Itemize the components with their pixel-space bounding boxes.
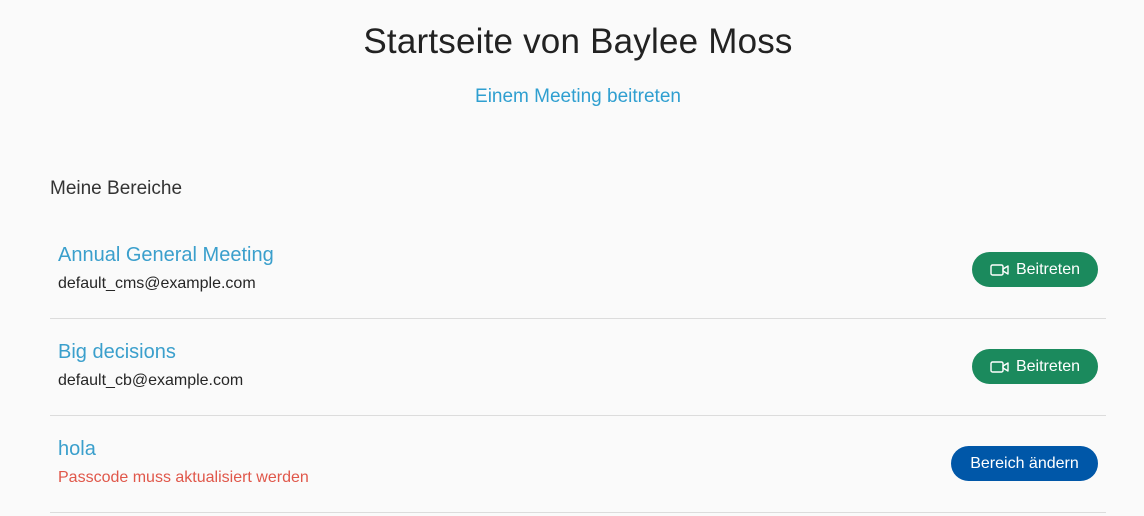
spaces-list: Annual General Meeting default_cms@examp…: [50, 222, 1106, 513]
video-camera-icon: [990, 263, 1009, 276]
space-uri: default_cms@example.com: [58, 275, 256, 292]
change-space-button[interactable]: Bereich ändern: [951, 446, 1098, 481]
space-uri: default_cb@example.com: [58, 372, 244, 389]
home-page: Startseite von Baylee Moss Einem Meeting…: [0, 0, 1144, 516]
join-button-label: Beitreten: [1015, 357, 1081, 375]
join-button-label: Beitreten: [1015, 260, 1081, 278]
space-name[interactable]: hola: [58, 438, 96, 461]
space-name[interactable]: Annual General Meeting: [58, 244, 274, 267]
space-row-annual-general-meeting: Annual General Meeting default_cms@examp…: [50, 222, 1106, 319]
passcode-warning: Passcode muss aktualisiert werden: [58, 469, 309, 486]
space-name[interactable]: Big decisions: [58, 341, 176, 364]
join-button[interactable]: Beitreten: [972, 252, 1098, 287]
space-row-hola: hola Passcode muss aktualisiert werden B…: [50, 416, 1106, 513]
video-camera-icon: [990, 360, 1009, 373]
space-row-big-decisions: Big decisions default_cb@example.com Bei…: [50, 319, 1106, 416]
my-spaces-heading: Meine Bereiche: [50, 178, 183, 199]
join-button[interactable]: Beitreten: [972, 349, 1098, 384]
change-space-button-label: Bereich ändern: [970, 454, 1079, 472]
page-title: Startseite von Baylee Moss: [363, 22, 793, 61]
join-meeting-link[interactable]: Einem Meeting beitreten: [0, 86, 1144, 108]
